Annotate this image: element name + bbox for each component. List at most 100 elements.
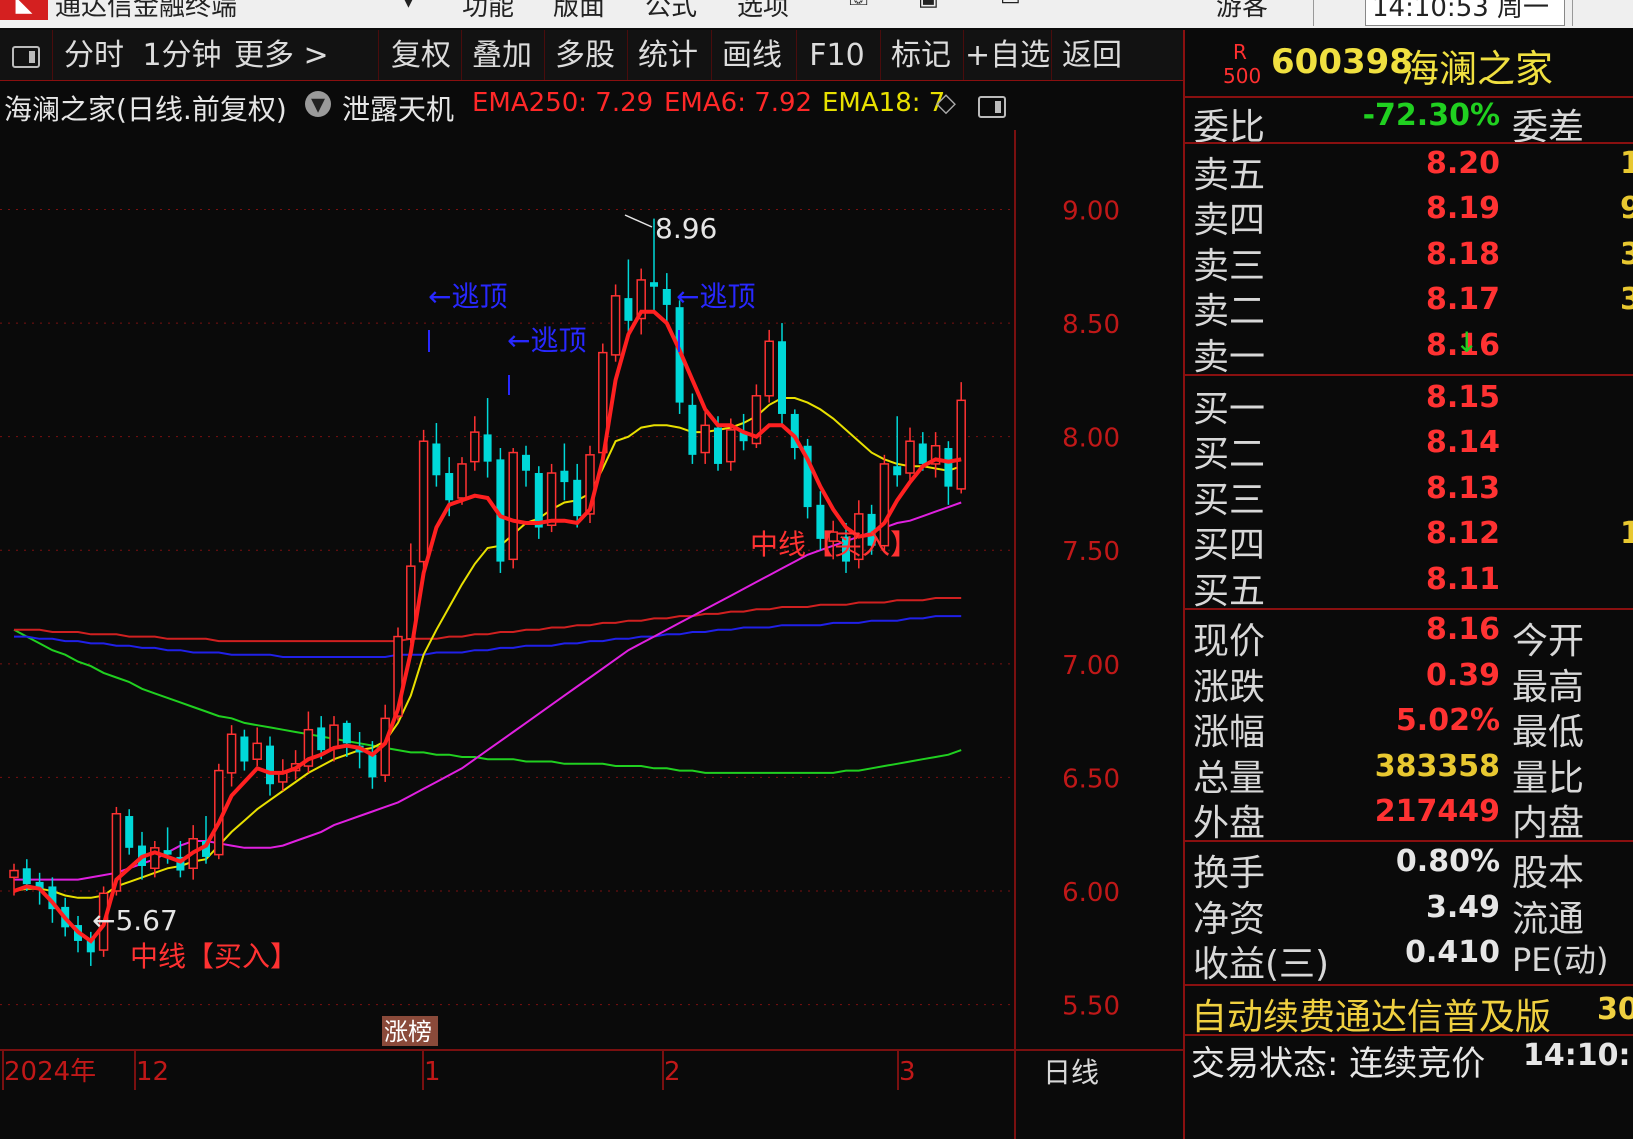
candle-body bbox=[918, 443, 927, 464]
candle-body bbox=[445, 473, 454, 501]
stat-label: 现价 bbox=[1193, 621, 1266, 662]
clock: 14:10:53 周一 bbox=[1372, 0, 1550, 23]
diamond-icon[interactable]: ◇ bbox=[936, 88, 956, 118]
btn-statistics[interactable]: 统计 bbox=[629, 30, 707, 80]
candle bbox=[483, 398, 492, 478]
stat-value: 0.39 bbox=[1425, 658, 1500, 693]
btn-adjust[interactable]: 复权 bbox=[382, 30, 460, 80]
toolbar-divider bbox=[627, 30, 628, 80]
y-tick-label: 6.50 bbox=[1062, 764, 1120, 794]
title-divider bbox=[1572, 0, 1573, 26]
x-tick-label: 2024年 bbox=[4, 1057, 96, 1087]
indicator-name[interactable]: 泄露天机 bbox=[342, 88, 454, 128]
btn-back[interactable]: 返回 bbox=[1053, 30, 1131, 80]
candle-body bbox=[522, 454, 530, 471]
ask-qty: 3 bbox=[1620, 237, 1633, 272]
bid-row[interactable]: 买五 8.11 bbox=[1185, 562, 1633, 612]
user-label[interactable]: 游客 bbox=[1216, 0, 1268, 23]
candle-body bbox=[22, 868, 31, 885]
tab-1min[interactable]: 1分钟 bbox=[140, 30, 224, 80]
candle-body bbox=[226, 733, 237, 774]
candle bbox=[944, 441, 953, 505]
ask-price: 8.19 bbox=[1425, 191, 1500, 226]
down-arrow-icon: ↓ bbox=[1455, 326, 1479, 359]
panel-divider bbox=[1185, 984, 1633, 986]
ask-row[interactable]: 卖一 8.16 ↓ bbox=[1185, 326, 1633, 378]
menu-layout[interactable]: 版面 bbox=[553, 0, 605, 23]
candle-body bbox=[764, 340, 774, 397]
ema6-value: EMA6: 7.92 bbox=[664, 88, 813, 118]
bid-row[interactable]: 买二 8.14 bbox=[1185, 425, 1633, 475]
y-tick-label: 6.00 bbox=[1062, 878, 1120, 908]
panel-divider bbox=[1185, 608, 1633, 610]
stat-extra-label: 最低 bbox=[1512, 712, 1585, 753]
btn-f10[interactable]: F10 bbox=[798, 30, 876, 80]
candle bbox=[930, 432, 941, 478]
stat-value: 8.16 bbox=[1425, 612, 1500, 647]
high-label: 8.96 bbox=[655, 212, 717, 245]
candle-body bbox=[944, 448, 953, 487]
candle-body bbox=[624, 298, 633, 321]
panel-divider bbox=[1185, 374, 1633, 376]
ask-label: 卖四 bbox=[1193, 200, 1266, 241]
btn-multi-stock[interactable]: 多股 bbox=[546, 30, 624, 80]
quote-panel: R 500 600398 海澜之家 委比 -72.30% 委差 卖五 8.20 … bbox=[1183, 30, 1633, 1139]
weibi-value: -72.30% bbox=[1362, 98, 1500, 133]
candle-body bbox=[778, 341, 786, 414]
toolbar: 分时 1分钟 更多 > 复权 叠加 多股 统计 画线 F10 标记 +自选 返回 bbox=[0, 30, 1183, 81]
candle bbox=[522, 445, 530, 487]
menu-formula[interactable]: 公式 bbox=[645, 0, 697, 23]
bid-row[interactable]: 买四 8.12 1 bbox=[1185, 516, 1633, 566]
y-tick-label: 9.00 bbox=[1062, 197, 1120, 227]
lock-icon[interactable]: ▣ bbox=[918, 0, 939, 11]
y-tick-label: 8.00 bbox=[1062, 424, 1120, 454]
ask-row[interactable]: 卖二 8.17 3 bbox=[1185, 282, 1633, 332]
bid-label: 买四 bbox=[1193, 525, 1266, 566]
phone-icon[interactable]: ☏ bbox=[845, 0, 873, 11]
ask-row[interactable]: 卖五 8.20 1 bbox=[1185, 146, 1633, 196]
message-icon[interactable]: ▭ bbox=[1000, 0, 1021, 11]
title-dropdown-icon[interactable]: ▼ bbox=[400, 0, 417, 11]
candle-body bbox=[508, 451, 518, 561]
btn-overlay[interactable]: 叠加 bbox=[463, 30, 541, 80]
candle-body bbox=[240, 736, 249, 762]
ema-green-line bbox=[13, 628, 962, 774]
menu-function[interactable]: 功能 bbox=[462, 0, 514, 23]
fund-value: 3.49 bbox=[1425, 890, 1500, 925]
candle-body bbox=[342, 722, 351, 744]
promo-row[interactable]: 自动续费通达信普及版 30 bbox=[1185, 988, 1633, 1038]
candle-body bbox=[457, 463, 467, 499]
candle bbox=[560, 443, 569, 501]
btn-draw-line[interactable]: 画线 bbox=[713, 30, 791, 80]
ask-row[interactable]: 卖四 8.19 9 bbox=[1185, 191, 1633, 241]
candle bbox=[893, 416, 902, 487]
menu-options[interactable]: 选项 bbox=[737, 0, 789, 23]
bid-price: 8.14 bbox=[1425, 425, 1500, 460]
tab-intraday[interactable]: 分时 bbox=[62, 30, 126, 80]
candle bbox=[432, 423, 441, 487]
stat-extra-label: 今开 bbox=[1512, 621, 1585, 662]
chart-title: 海澜之家(日线.前复权) bbox=[4, 93, 287, 126]
indicator-dropdown-icon[interactable]: ▾ bbox=[305, 90, 331, 118]
btn-mark[interactable]: 标记 bbox=[882, 30, 960, 80]
candle-body bbox=[726, 429, 736, 463]
ask-price: 8.17 bbox=[1425, 282, 1500, 317]
toolbar-divider bbox=[461, 30, 462, 80]
ask-row[interactable]: 卖三 8.18 3 bbox=[1185, 237, 1633, 287]
bid-price: 8.12 bbox=[1425, 516, 1500, 551]
trade-status: 交易状态: 连续竞价 bbox=[1191, 1044, 1486, 1084]
window-toggle-icon[interactable] bbox=[8, 30, 44, 80]
btn-add-watchlist[interactable]: +自选 bbox=[965, 30, 1050, 80]
candle-body bbox=[252, 742, 262, 760]
ema18-value: EMA18: 7 bbox=[822, 88, 946, 118]
tab-more[interactable]: 更多 > bbox=[234, 30, 329, 80]
bid-row[interactable]: 买一 8.15 bbox=[1185, 380, 1633, 430]
candle-body bbox=[317, 727, 326, 751]
promo-text[interactable]: 自动续费通达信普及版 bbox=[1191, 988, 1551, 1040]
candle-body bbox=[329, 724, 339, 749]
stock-code: 600398 bbox=[1271, 42, 1413, 82]
ema250-line bbox=[14, 597, 962, 643]
kline-chart[interactable]: 9.008.508.007.507.006.506.005.502024年 12 1… bbox=[0, 130, 1183, 1139]
candle-body bbox=[432, 443, 441, 476]
bid-row[interactable]: 买三 8.13 bbox=[1185, 471, 1633, 521]
